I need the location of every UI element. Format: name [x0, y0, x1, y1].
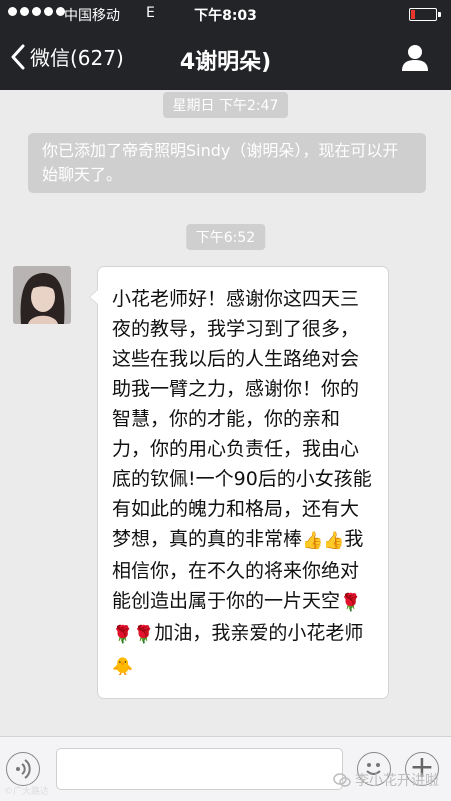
input-bar: + [0, 736, 451, 801]
message-input[interactable] [56, 748, 343, 790]
watermark-right: 李小花开讲啦 [333, 770, 439, 790]
voice-input-button[interactable] [6, 752, 40, 786]
rose-icon: 🌹 [133, 625, 155, 645]
sender-avatar[interactable] [13, 266, 71, 324]
timestamp-divider: 下午6:52 [185, 224, 266, 250]
rose-icon: 🌹 [112, 625, 134, 645]
message-text: 加油，我亲爱的小花老师 [154, 622, 364, 644]
chick-icon: 🐥 [112, 657, 134, 677]
timestamp-divider: 星期日 下午2:47 [162, 92, 289, 118]
contact-profile-icon[interactable] [401, 43, 429, 71]
system-notice: 你已添加了帝奇照明Sindy（谢明朵），现在可以开始聊天了。 [28, 133, 426, 193]
thumbs-up-icon: 👍 [302, 531, 324, 551]
watermark-text: 李小花开讲啦 [355, 773, 439, 789]
voice-icon [16, 759, 31, 779]
message-bubble[interactable]: 小花老师好！感谢你这四天三夜的教导，我学习到了很多，这些在我以后的人生路绝对会助… [89, 266, 389, 699]
rose-icon: 🌹 [340, 593, 362, 613]
battery-icon [409, 8, 441, 21]
chat-header: 微信(627) 4谢明朵) [0, 28, 451, 90]
message-text: 小花老师好！感谢你这四天三夜的教导，我学习到了很多，这些在我以后的人生路绝对会助… [112, 288, 372, 550]
thumbs-up-icon: 👍 [323, 531, 345, 551]
status-bar: 中国移动 E 下午8:03 [0, 0, 451, 28]
avatar-photo [13, 266, 71, 324]
chat-title: 4谢明朵) [179, 50, 272, 75]
status-time: 下午8:03 [194, 8, 257, 24]
wechat-logo-icon [333, 773, 351, 787]
watermark-left: ©广大路达 [4, 787, 50, 797]
